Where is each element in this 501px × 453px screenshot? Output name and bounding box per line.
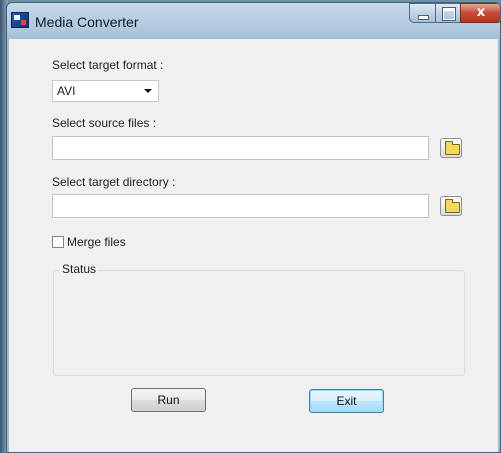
target-directory-input[interactable] (52, 194, 429, 218)
chevron-down-icon (144, 89, 152, 93)
run-button[interactable]: Run (131, 388, 206, 412)
title-bar[interactable]: Media Converter x (7, 3, 500, 43)
folder-icon (445, 141, 460, 155)
app-icon (11, 12, 29, 28)
window-title: Media Converter (35, 14, 139, 30)
target-format-label: Select target format : (52, 58, 164, 72)
minimize-button[interactable] (409, 3, 436, 23)
target-format-dropdown[interactable]: AVI (52, 80, 159, 102)
close-icon: x (476, 5, 486, 20)
maximize-button[interactable] (435, 3, 461, 23)
merge-files-label[interactable]: Merge files (67, 235, 126, 249)
source-files-label: Select source files : (52, 116, 157, 130)
maximize-icon (443, 8, 455, 20)
status-label: Status (60, 262, 99, 276)
folder-icon (445, 199, 460, 213)
media-converter-window: Media Converter x Select target format :… (6, 2, 501, 453)
exit-button[interactable]: Exit (309, 389, 384, 413)
minimize-icon (418, 15, 429, 20)
close-button[interactable]: x (460, 3, 500, 23)
target-format-value: AVI (57, 84, 76, 98)
source-files-input[interactable] (52, 136, 429, 160)
client-area: Select target format : AVI Select source… (9, 39, 498, 452)
browse-source-button[interactable] (440, 138, 462, 158)
merge-files-checkbox[interactable] (52, 236, 64, 248)
target-directory-label: Select target directory : (52, 175, 176, 189)
browse-target-button[interactable] (440, 196, 462, 216)
status-groupbox (53, 270, 465, 376)
